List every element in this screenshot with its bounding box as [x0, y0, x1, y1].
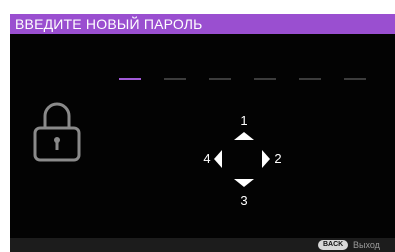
arrow-down-icon[interactable] [234, 179, 254, 187]
key-label-up: 1 [240, 113, 248, 128]
password-digit-slot-6 [344, 78, 366, 80]
back-button[interactable]: BACK [318, 240, 349, 250]
arrow-up-icon[interactable] [234, 132, 254, 140]
password-screen: ВВЕДИТЕ НОВЫЙ ПАРОЛЬ 1 4 2 3 BACK Выход [10, 14, 395, 252]
page-title: ВВЕДИТЕ НОВЫЙ ПАРОЛЬ [15, 16, 203, 32]
key-label-left: 4 [203, 151, 211, 166]
lock-icon [33, 102, 81, 162]
title-bar: ВВЕДИТЕ НОВЫЙ ПАРОЛЬ [10, 14, 395, 34]
key-label-right: 2 [274, 151, 282, 166]
password-digit-slot-1 [119, 78, 141, 80]
password-digit-slot-5 [299, 78, 321, 80]
exit-label: Выход [353, 240, 380, 250]
arrow-right-icon[interactable] [262, 150, 270, 168]
key-label-down: 3 [240, 193, 248, 208]
password-digit-slot-3 [209, 78, 231, 80]
arrow-left-icon[interactable] [214, 150, 222, 168]
password-digit-slot-2 [164, 78, 186, 80]
password-digit-slot-4 [254, 78, 276, 80]
bottom-bar: BACK Выход [10, 238, 395, 252]
